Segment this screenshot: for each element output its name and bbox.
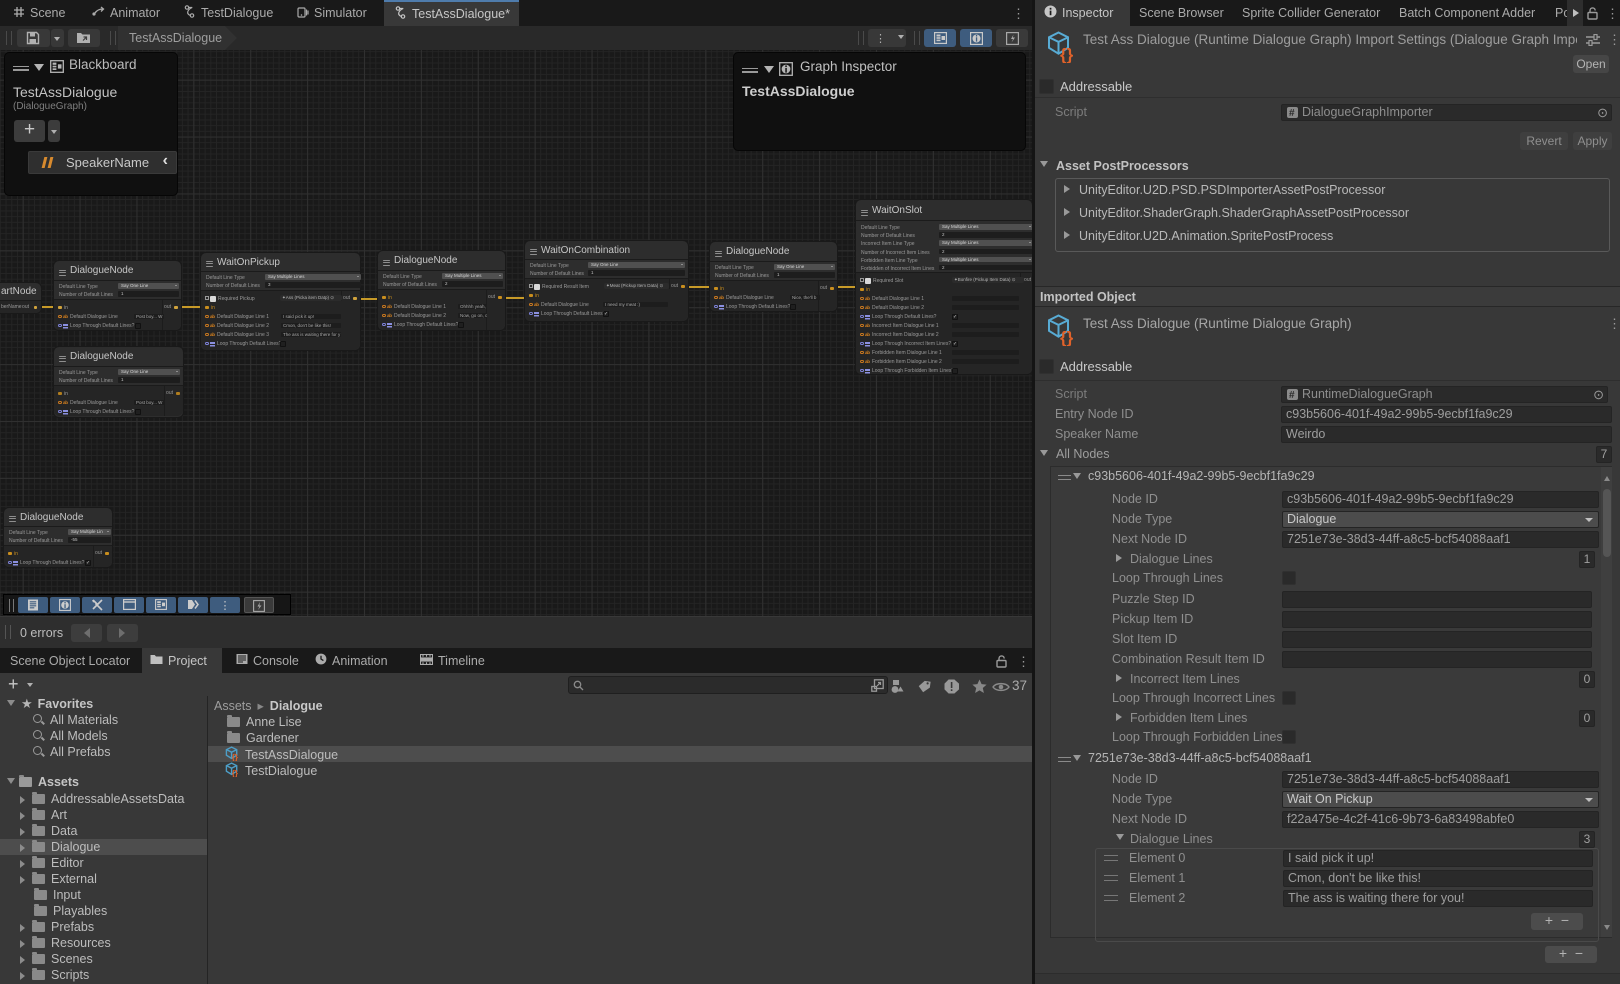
svg-text:{}: {} xyxy=(232,769,238,777)
svg-text:{}: {} xyxy=(232,753,238,761)
svg-text:{}: {} xyxy=(1060,45,1074,63)
svg-text:{}: {} xyxy=(1060,328,1074,346)
